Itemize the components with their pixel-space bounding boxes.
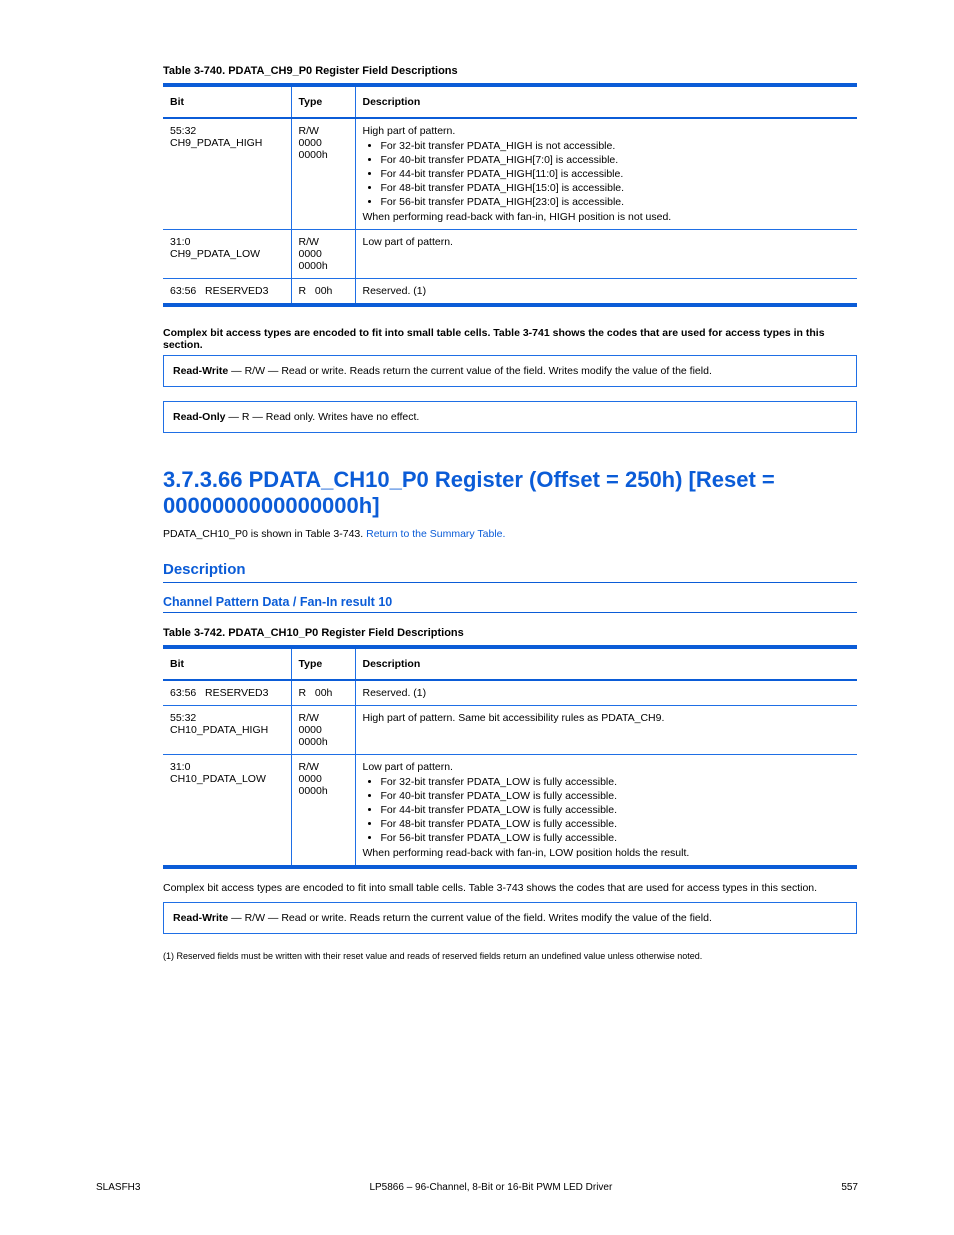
list-item: For 56-bit transfer PDATA_HIGH[23:0] is … <box>381 196 851 208</box>
table-row: 55:32 CH10_PDATA_HIGH R/W 0000 0000h Hig… <box>163 705 857 754</box>
cell-text: Low part of pattern. <box>363 761 851 773</box>
footnote: (1) Reserved fields must be written with… <box>163 950 857 962</box>
table-row: 55:32CH9_PDATA_HIGH R/W0000 0000h High p… <box>163 118 857 230</box>
table1-title: Table 3-740. PDATA_CH9_P0 Register Field… <box>163 65 857 77</box>
cell-text: High part of pattern. <box>363 125 851 137</box>
list-item: For 32-bit transfer PDATA_LOW is fully a… <box>381 776 851 788</box>
th-bit: Bit <box>163 647 291 680</box>
footer-center: LP5866 – 96-Channel, 8-Bit or 16-Bit PWM… <box>140 1182 841 1193</box>
section-subtext: PDATA_CH10_P0 is shown in Table 3-743. R… <box>163 527 857 542</box>
list-item: For 48-bit transfer PDATA_HIGH[15:0] is … <box>381 182 851 194</box>
cell-text: When performing read-back with fan-in, H… <box>363 211 851 223</box>
subsection-heading: Description <box>163 561 857 583</box>
table-row: 31:0CH10_PDATA_LOW R/W0000 0000h Low par… <box>163 754 857 867</box>
list-item: For 56-bit transfer PDATA_LOW is fully a… <box>381 832 851 844</box>
list-item: For 44-bit transfer PDATA_HIGH[11:0] is … <box>381 168 851 180</box>
access-type-note: Complex bit access types are encoded to … <box>163 327 857 351</box>
footer-right: 557 <box>841 1182 858 1193</box>
th-field: Type <box>291 85 355 118</box>
access-type-box-1: Read-Write — R/W — Read or write. Reads … <box>163 355 857 387</box>
list-item: For 44-bit transfer PDATA_LOW is fully a… <box>381 804 851 816</box>
access-type-box-2: Read-Only — R — Read only. Writes have n… <box>163 401 857 433</box>
list-item: For 32-bit transfer PDATA_HIGH is not ac… <box>381 140 851 152</box>
list-item: For 40-bit transfer PDATA_LOW is fully a… <box>381 790 851 802</box>
table-row: 63:56 RESERVED3 R 00h Reserved. (1) <box>163 279 857 306</box>
table-pdata-ch10: Bit Type Description 63:56 RESERVED3 R 0… <box>163 645 857 869</box>
subsub-heading: Channel Pattern Data / Fan-In result 10 <box>163 595 857 613</box>
th-bit: Bit <box>163 85 291 118</box>
access-type-note-2: Complex bit access types are encoded to … <box>163 881 857 896</box>
table-row: 63:56 RESERVED3 R 00h Reserved. (1) <box>163 680 857 706</box>
table2-title: Table 3-742. PDATA_CH10_P0 Register Fiel… <box>163 627 857 639</box>
list-item: For 40-bit transfer PDATA_HIGH[7:0] is a… <box>381 154 851 166</box>
cell-text: When performing read-back with fan-in, L… <box>363 847 851 859</box>
table-pdata-ch9: Bit Type Description 55:32CH9_PDATA_HIGH… <box>163 83 857 307</box>
th-desc: Description <box>355 647 857 680</box>
table-row: 31:0 CH9_PDATA_LOW R/W 0000 0000h Low pa… <box>163 230 857 279</box>
th-desc: Description <box>355 85 857 118</box>
access-type-box-3: Read-Write — R/W — Read or write. Reads … <box>163 902 857 934</box>
footer-left: SLASFH3 <box>96 1182 140 1193</box>
list-item: For 48-bit transfer PDATA_LOW is fully a… <box>381 818 851 830</box>
th-field: Type <box>291 647 355 680</box>
page-footer: SLASFH3 LP5866 – 96-Channel, 8-Bit or 16… <box>96 1182 858 1193</box>
section-heading: 3.7.3.66 PDATA_CH10_P0 Register (Offset … <box>163 467 857 519</box>
